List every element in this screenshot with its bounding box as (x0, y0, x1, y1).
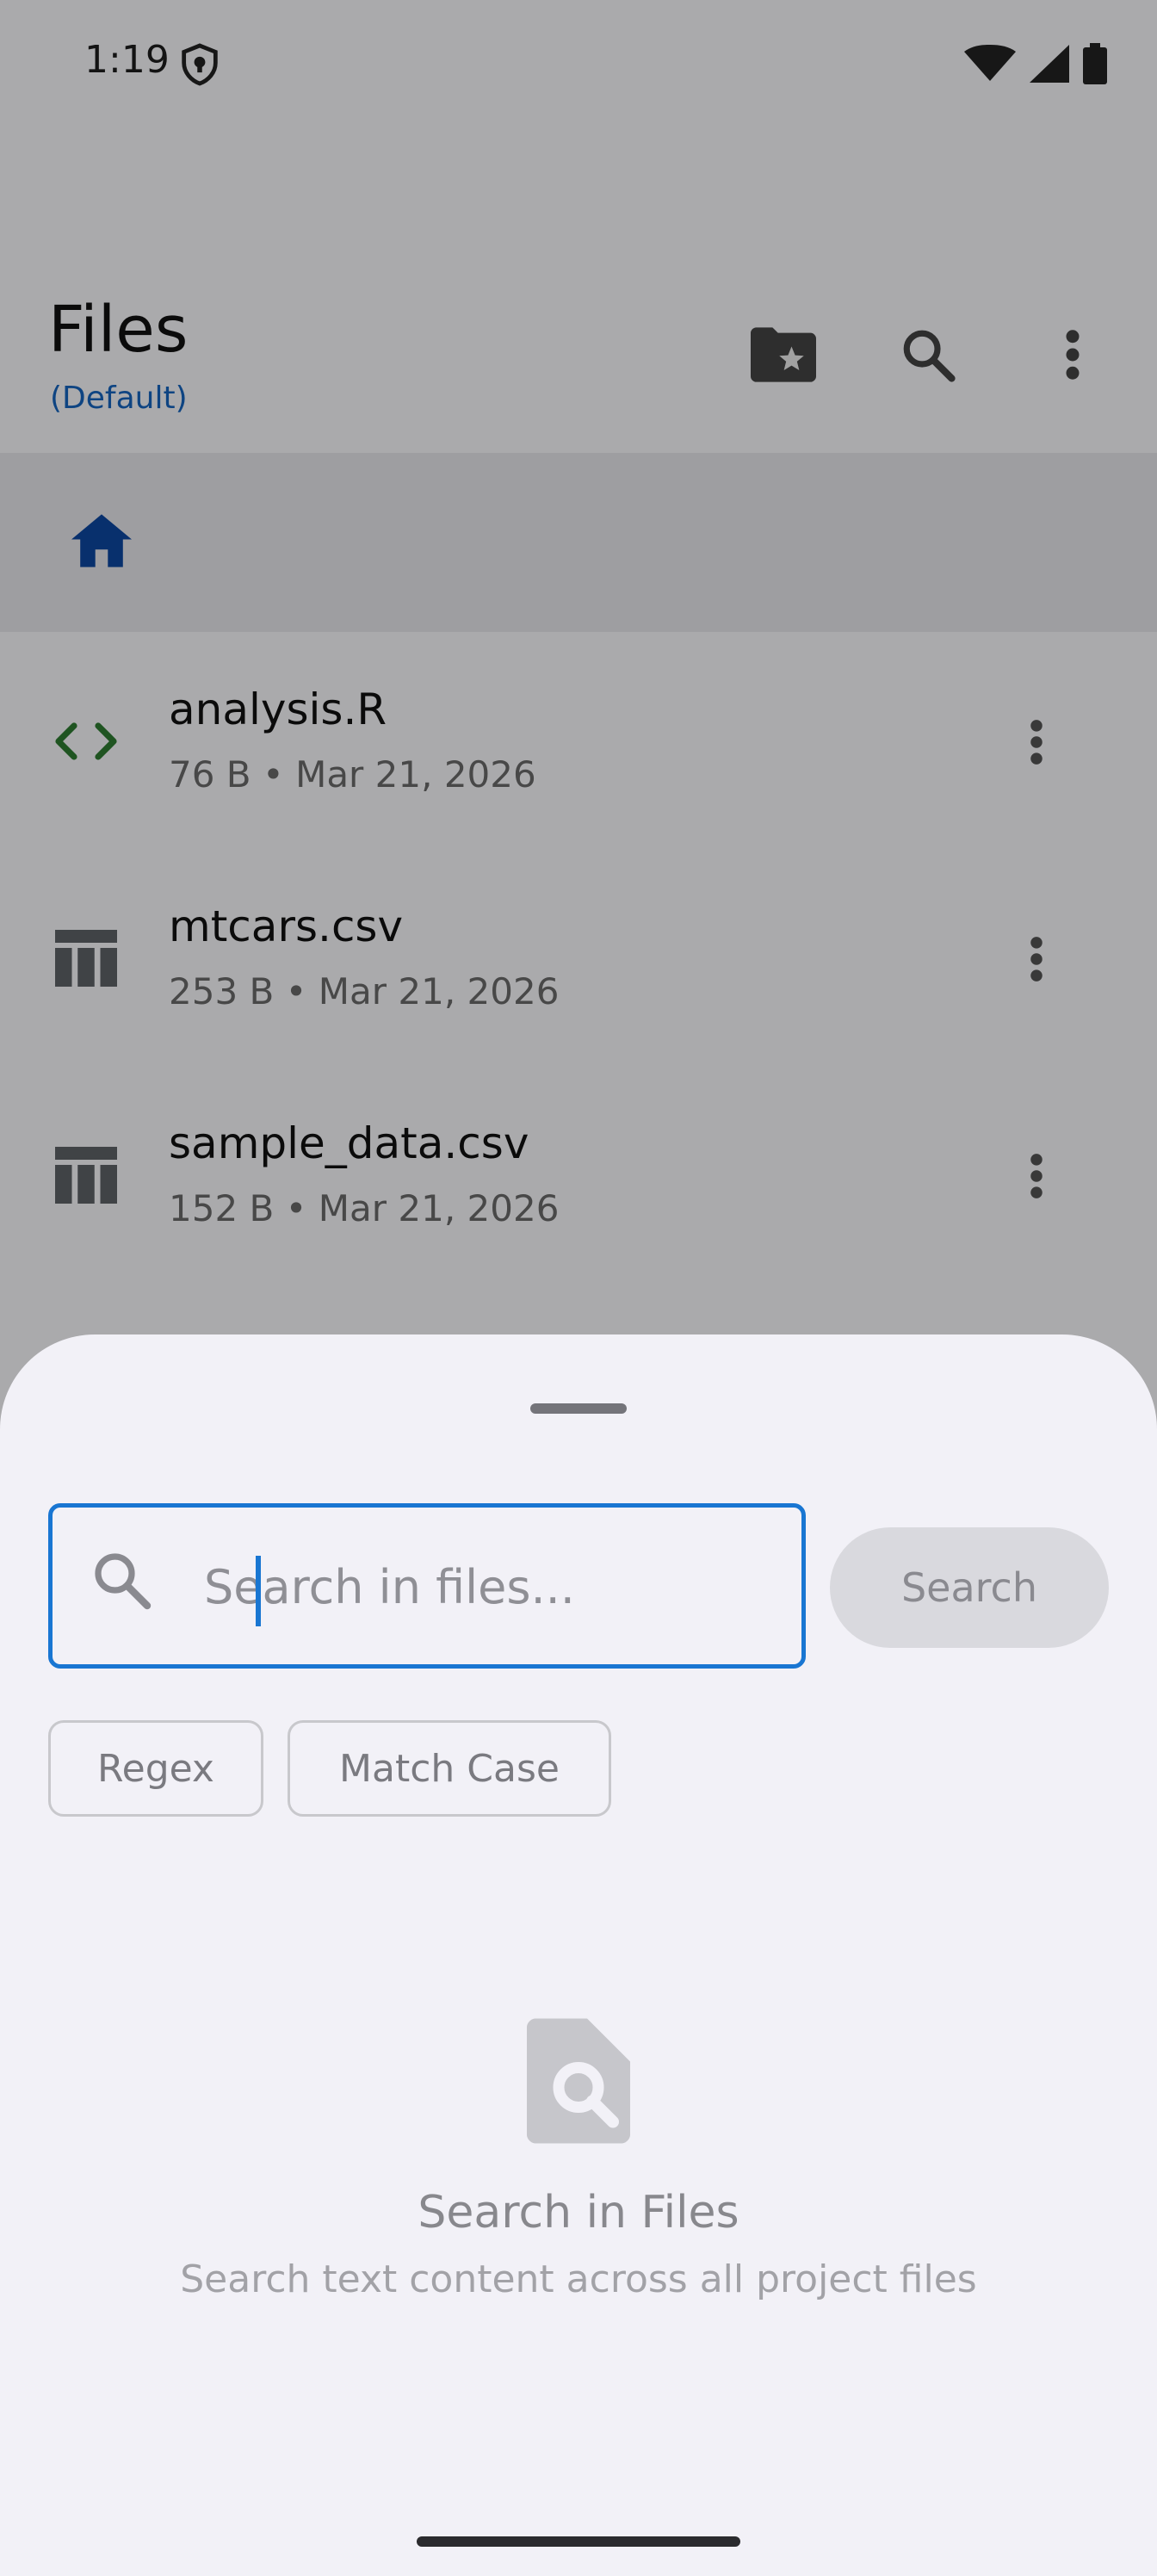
search-submit-button[interactable]: Search (830, 1527, 1109, 1648)
empty-state-title: Search in Files (418, 2187, 739, 2239)
search-icon (90, 1549, 152, 1615)
empty-state-subtitle: Search text content across all project f… (180, 2257, 977, 2301)
text-caret (256, 1556, 261, 1626)
sheet-drag-handle[interactable] (530, 1403, 627, 1414)
file-search-icon (527, 2018, 630, 2148)
gesture-navigation-bar[interactable] (417, 2536, 740, 2547)
search-input[interactable] (204, 1542, 772, 1632)
match-case-chip[interactable]: Match Case (288, 1720, 611, 1817)
regex-chip[interactable]: Regex (48, 1720, 263, 1817)
search-field[interactable] (48, 1503, 806, 1669)
